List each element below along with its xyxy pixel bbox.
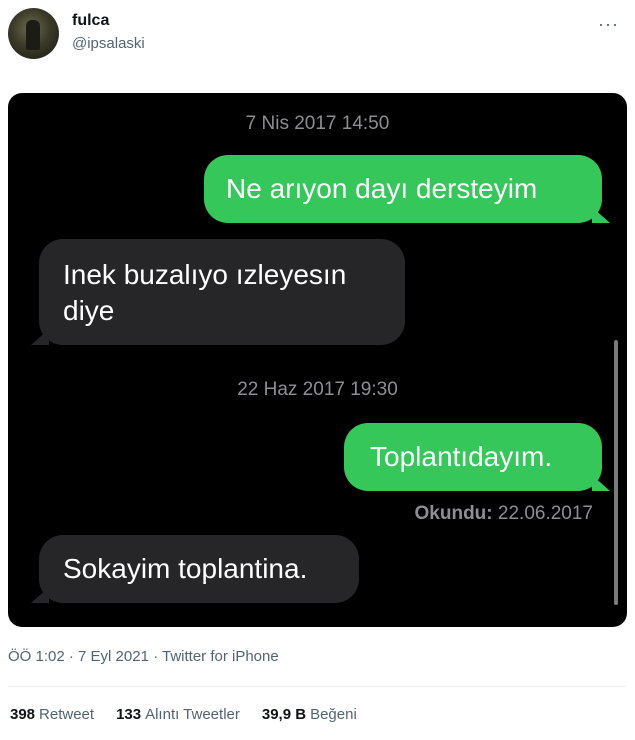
quotes-label: Alıntı Tweetler xyxy=(145,706,240,723)
avatar[interactable] xyxy=(8,8,59,59)
chat-bubble-received: Inek buzalıyo ızleyesın diye xyxy=(31,239,405,345)
tweet-media-image[interactable]: 7 Nis 2017 14:50 Ne arıyon dayı dersteyi… xyxy=(8,93,627,627)
tweet-source-link[interactable]: Twitter for iPhone xyxy=(162,648,279,665)
retweets-label: Retweet xyxy=(39,706,95,723)
chat-timestamp: 22 Haz 2017 19:30 xyxy=(237,379,398,400)
chat-bubble-sent: Toplantıdayım. xyxy=(344,423,610,491)
quote-tweets-stat[interactable]: 133 Alıntı Tweetler xyxy=(116,706,240,723)
read-date: 22.06.2017 xyxy=(497,503,593,524)
read-receipt: Okundu: 22.06.2017 xyxy=(415,503,593,525)
likes-count: 39,9 B xyxy=(261,706,307,723)
tweet-time-date[interactable]: ÖÖ 1:02 · 7 Eyl 2021 · xyxy=(8,648,162,665)
quotes-count: 133 xyxy=(116,706,142,723)
chat-bubble-received: Sokayim toplantina. xyxy=(31,535,359,603)
chat-timestamp: 7 Nis 2017 14:50 xyxy=(245,113,390,134)
avatar-figure xyxy=(26,20,40,50)
tweet-stats: 398 Retweet 133 Alıntı Tweetler 39,9 B Beğe… xyxy=(10,706,357,723)
retweets-count: 398 xyxy=(10,706,36,723)
tweet-timestamp: ÖÖ 1:02 · 7 Eyl 2021 · Twitter for iPhon… xyxy=(8,648,279,665)
retweets-stat[interactable]: 398 Retweet xyxy=(10,706,94,723)
read-label: Okundu: xyxy=(414,503,493,524)
more-options-icon[interactable]: ··· xyxy=(598,14,619,35)
author-handle[interactable]: @ipsalaski xyxy=(72,35,145,52)
scrollbar xyxy=(614,340,618,605)
divider xyxy=(8,686,627,687)
likes-label: Beğeni xyxy=(310,706,357,723)
author-name[interactable]: fulca xyxy=(72,12,109,30)
chat-bubble-sent: Ne arıyon dayı dersteyim xyxy=(204,155,610,223)
likes-stat[interactable]: 39,9 B Beğeni xyxy=(262,706,357,723)
